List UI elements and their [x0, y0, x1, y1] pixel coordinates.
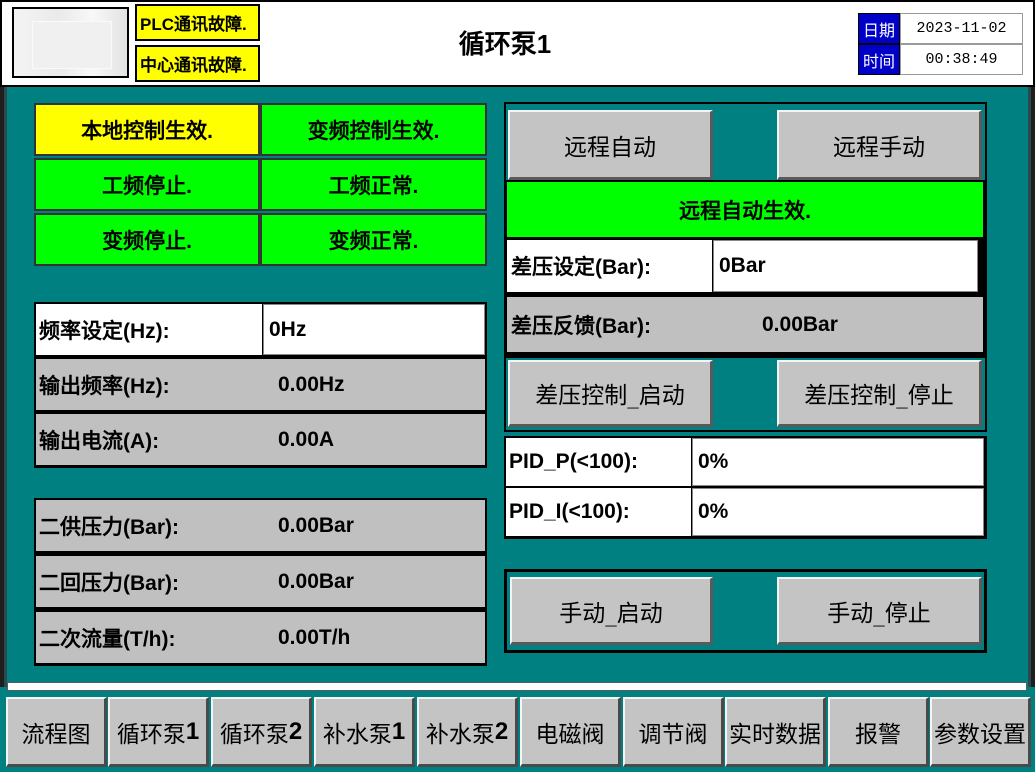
- nav-divider: [7, 682, 1027, 691]
- nav-makeup-pump-2-label: 补水泵: [425, 721, 495, 748]
- freq-set-label: 频率设定(Hz):: [36, 304, 262, 355]
- nav-circ-pump-1-number: 1: [185, 717, 200, 745]
- time-label: 时间: [858, 44, 900, 75]
- output-freq-row: 输出频率(Hz): 0.00Hz: [36, 359, 485, 410]
- nav-alarm-label: 报警: [855, 721, 901, 748]
- flow-row: 二次流量(T/h): 0.00T/h: [36, 612, 485, 663]
- vfd-normal-status: 变频正常.: [260, 213, 487, 266]
- vfd-stop-status: 变频停止.: [34, 213, 260, 266]
- dp-feedback-value: 0.00Bar: [762, 312, 838, 336]
- nav-solenoid-valve-label: 电磁阀: [535, 721, 605, 748]
- nav-regulating-valve-label: 调节阀: [638, 721, 708, 748]
- supply-pressure-row: 二供压力(Bar): 0.00Bar: [36, 500, 485, 551]
- nav-makeup-pump-1-button[interactable]: 补水泵 1: [314, 697, 415, 767]
- nav-makeup-pump-1-number: 1: [391, 717, 406, 745]
- logo-inner: [32, 21, 112, 69]
- page-title: 循环泵1: [458, 29, 552, 59]
- dp-control-start-button[interactable]: 差压控制_启动: [508, 360, 713, 427]
- flow-label: 二次流量(T/h):: [39, 627, 176, 651]
- nav-alarm-button[interactable]: 报警: [828, 697, 929, 767]
- plc-comm-fault-indicator: PLC通讯故障.: [135, 4, 260, 41]
- return-pressure-value: 0.00Bar: [278, 569, 354, 593]
- nav-makeup-pump-2-button[interactable]: 补水泵 2: [417, 697, 518, 767]
- nav-circ-pump-2-label: 循环泵: [219, 721, 289, 748]
- power-freq-normal-status: 工频正常.: [260, 158, 487, 211]
- supply-pressure-label: 二供压力(Bar):: [39, 515, 179, 539]
- remote-auto-button[interactable]: 远程自动: [508, 110, 713, 180]
- nav-flowchart-label: 流程图: [21, 721, 91, 748]
- nav-flowchart-button[interactable]: 流程图: [6, 697, 107, 767]
- nav-realtime-data-label: 实时数据: [729, 721, 821, 748]
- power-freq-stop-status: 工频停止.: [34, 158, 260, 211]
- output-current-value: 0.00A: [278, 427, 335, 451]
- date-label: 日期: [858, 13, 900, 44]
- return-pressure-row: 二回压力(Bar): 0.00Bar: [36, 556, 485, 607]
- return-pressure-label: 二回压力(Bar):: [39, 571, 179, 595]
- dp-control-stop-button[interactable]: 差压控制_停止: [777, 360, 982, 427]
- supply-pressure-value: 0.00Bar: [278, 513, 354, 537]
- time-value: 00:38:49: [900, 44, 1023, 75]
- freq-set-input[interactable]: 0Hz: [263, 304, 485, 355]
- nav-realtime-data-button[interactable]: 实时数据: [725, 697, 826, 767]
- nav-circ-pump-1-button[interactable]: 循环泵 1: [108, 697, 209, 767]
- output-current-row: 输出电流(A): 0.00A: [36, 414, 485, 465]
- nav-solenoid-valve-button[interactable]: 电磁阀: [520, 697, 621, 767]
- nav-circ-pump-2-button[interactable]: 循环泵 2: [211, 697, 312, 767]
- output-freq-label: 输出频率(Hz):: [39, 374, 170, 398]
- nav-parameter-settings-label: 参数设置: [934, 721, 1026, 748]
- local-control-status: 本地控制生效.: [34, 103, 260, 156]
- nav-makeup-pump-1-label: 补水泵: [322, 721, 392, 748]
- nav-parameter-settings-button[interactable]: 参数设置: [930, 697, 1031, 767]
- pid-i-input[interactable]: 0%: [692, 488, 984, 536]
- output-current-label: 输出电流(A):: [39, 429, 160, 453]
- dp-set-label: 差压设定(Bar):: [507, 240, 712, 292]
- output-freq-value: 0.00Hz: [278, 372, 345, 396]
- nav-regulating-valve-button[interactable]: 调节阀: [623, 697, 724, 767]
- pid-p-input[interactable]: 0%: [692, 438, 984, 486]
- dp-feedback-row: 差压反馈(Bar): 0.00Bar: [507, 297, 983, 352]
- pid-p-label: PID_P(<100):: [506, 438, 691, 486]
- vfd-control-status: 变频控制生效.: [260, 103, 487, 156]
- manual-start-button[interactable]: 手动_启动: [510, 577, 713, 645]
- dp-feedback-label: 差压反馈(Bar):: [511, 314, 651, 338]
- logo-image: [12, 7, 129, 78]
- remote-manual-button[interactable]: 远程手动: [777, 110, 982, 180]
- manual-stop-button[interactable]: 手动_停止: [777, 577, 982, 645]
- flow-value: 0.00T/h: [278, 625, 351, 649]
- nav-makeup-pump-2-number: 2: [494, 717, 509, 745]
- pid-i-label: PID_I(<100):: [506, 488, 691, 536]
- nav-circ-pump-1-label: 循环泵: [116, 721, 186, 748]
- date-value: 2023-11-02: [900, 13, 1023, 44]
- remote-auto-active-status: 远程自动生效.: [507, 182, 983, 237]
- dp-set-input[interactable]: 0Bar: [713, 240, 978, 292]
- nav-circ-pump-2-number: 2: [288, 717, 303, 745]
- center-comm-fault-indicator: 中心通讯故障.: [135, 45, 260, 82]
